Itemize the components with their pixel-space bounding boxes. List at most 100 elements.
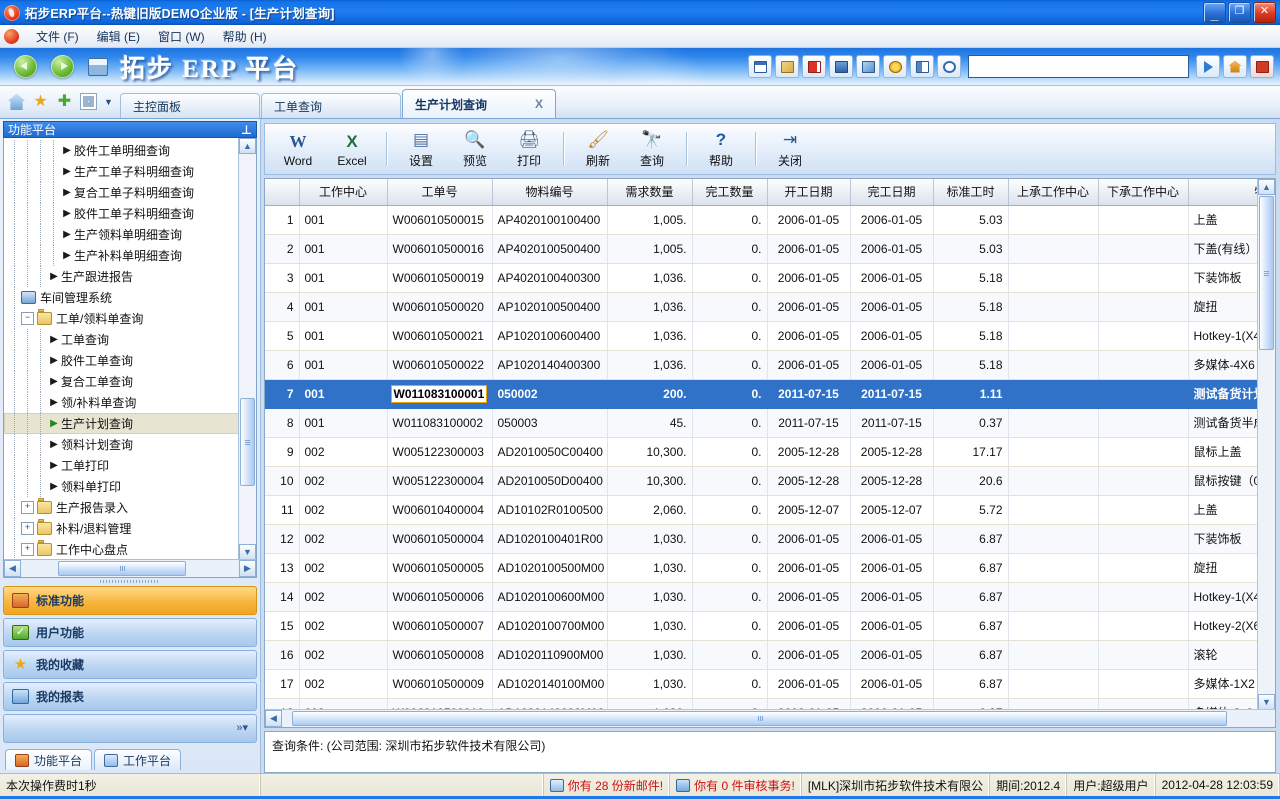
tree-node[interactable]: ▶生产工单子料明细查询 (4, 161, 239, 182)
cell-down[interactable] (1098, 582, 1188, 611)
cell-wo[interactable]: W006010400004 (387, 495, 492, 524)
cell-wc[interactable]: 001 (299, 234, 387, 263)
tree-node[interactable]: +生产报告录入 (4, 497, 239, 518)
folder-icon[interactable] (775, 55, 799, 78)
scrollbar-thumb[interactable] (292, 711, 1227, 726)
cell-start[interactable]: 2011-07-15 (767, 408, 850, 437)
menu-item-window[interactable]: 窗口 (W) (149, 26, 214, 47)
cell-std[interactable]: 5.03 (933, 234, 1008, 263)
cell-end[interactable]: 2006-01-05 (850, 611, 933, 640)
cell-mat[interactable]: 050002 (492, 379, 607, 408)
cell-req[interactable]: 1,030. (607, 524, 692, 553)
table-row[interactable]: 9002W005122300003AD2010050C0040010,300.0… (265, 437, 1258, 466)
cell-no[interactable]: 5 (265, 321, 299, 350)
cell-req[interactable]: 1,036. (607, 350, 692, 379)
cell-std[interactable]: 5.72 (933, 495, 1008, 524)
cell-end[interactable]: 2006-01-05 (850, 553, 933, 582)
toolbar-button-Excel[interactable]: XExcel (325, 125, 379, 173)
cell-std[interactable]: 1.11 (933, 379, 1008, 408)
cell-start[interactable]: 2006-01-05 (767, 640, 850, 669)
grid-vertical-scrollbar[interactable]: ▲ ▼ (1257, 179, 1275, 710)
cell-wo[interactable]: W006010500005 (387, 553, 492, 582)
table-row[interactable]: 3001W006010500019AP40201004003001,036.0.… (265, 263, 1258, 292)
cell-wo[interactable]: W006010500022 (387, 350, 492, 379)
cell-no[interactable]: 1 (265, 205, 299, 234)
cell-req[interactable]: 200. (607, 379, 692, 408)
cell-end[interactable]: 2005-12-28 (850, 466, 933, 495)
sidebar-tab-function-platform[interactable]: 功能平台 (5, 749, 92, 770)
cell-up[interactable] (1008, 437, 1098, 466)
cell-start[interactable]: 2006-01-05 (767, 234, 850, 263)
star-icon[interactable]: ★ (32, 93, 49, 110)
cell-down[interactable] (1098, 292, 1188, 321)
cell-wo[interactable]: W005122300004 (387, 466, 492, 495)
cell-up[interactable] (1008, 524, 1098, 553)
column-header[interactable]: 下承工作中心 (1098, 179, 1188, 205)
cell-wo[interactable]: W006010500009 (387, 669, 492, 698)
cell-req[interactable]: 1,030. (607, 582, 692, 611)
toolbar-button-打印[interactable]: 🖨打印 (502, 125, 556, 173)
cell-mat[interactable]: AD1020100401R00 (492, 524, 607, 553)
splitter-grip[interactable] (3, 578, 257, 585)
cell-wo[interactable]: W006010500006 (387, 582, 492, 611)
cell-end[interactable]: 2006-01-05 (850, 350, 933, 379)
cell-wo[interactable]: W006010500004 (387, 524, 492, 553)
cell-req[interactable]: 1,036. (607, 292, 692, 321)
cell-req[interactable]: 10,300. (607, 466, 692, 495)
cell-up[interactable] (1008, 582, 1098, 611)
tree-node[interactable]: ▶复合工单子料明细查询 (4, 182, 239, 203)
table-row[interactable]: 17002W006010500009AD1020140100M001,030.0… (265, 669, 1258, 698)
column-header[interactable] (265, 179, 299, 205)
scrollbar-thumb[interactable] (1259, 196, 1274, 350)
cell-name[interactable]: 多媒体-1X2 (1188, 669, 1258, 698)
tab-work-order-query[interactable]: 工单查询 (261, 93, 401, 118)
global-search-input[interactable] (968, 55, 1189, 78)
tree-horizontal-scrollbar[interactable]: ◀ ▶ (4, 559, 256, 577)
cell-up[interactable] (1008, 263, 1098, 292)
cell-mat[interactable]: AP4020100500400 (492, 234, 607, 263)
column-header[interactable]: 物料编号 (492, 179, 607, 205)
tree-node[interactable]: −工单/领料单查询 (4, 308, 239, 329)
cell-done[interactable]: 0. (692, 437, 767, 466)
table-row[interactable]: 13002W006010500005AD1020100500M001,030.0… (265, 553, 1258, 582)
cell-wc[interactable]: 002 (299, 553, 387, 582)
cell-end[interactable]: 2005-12-07 (850, 495, 933, 524)
cell-done[interactable]: 0. (692, 495, 767, 524)
table-row[interactable]: 7001W011083100001050002200.0.2011-07-152… (265, 379, 1258, 408)
panel-button-我的报表[interactable]: 我的报表 (3, 682, 257, 711)
cell-mat[interactable]: AP1020100600400 (492, 321, 607, 350)
cell-name[interactable]: 测试备货半成品 (1188, 408, 1258, 437)
cell-req[interactable]: 1,036. (607, 321, 692, 350)
scroll-left-icon[interactable]: ◀ (265, 710, 282, 727)
column-header[interactable]: 完工日期 (850, 179, 933, 205)
column-header[interactable]: 工作中心 (299, 179, 387, 205)
restore-button[interactable]: ❐ (1228, 2, 1251, 23)
cell-wc[interactable]: 002 (299, 495, 387, 524)
add-page-icon[interactable] (856, 55, 880, 78)
cell-wo[interactable]: W011083100002 (387, 408, 492, 437)
cell-std[interactable]: 6.87 (933, 553, 1008, 582)
cell-wo[interactable]: W006010500019 (387, 263, 492, 292)
cell-no[interactable]: 16 (265, 640, 299, 669)
tree-node[interactable]: ▶胶件工单子料明细查询 (4, 203, 239, 224)
scroll-left-icon[interactable]: ◀ (4, 560, 21, 577)
menu-item-file[interactable]: 文件 (F) (27, 26, 88, 47)
cell-name[interactable]: 鼠标上盖 (1188, 437, 1258, 466)
cell-no[interactable]: 15 (265, 611, 299, 640)
cell-down[interactable] (1098, 321, 1188, 350)
cell-wc[interactable]: 001 (299, 263, 387, 292)
tree-node[interactable]: ▶生产补料单明细查询 (4, 245, 239, 266)
banner-close-icon[interactable] (1250, 55, 1274, 78)
cell-up[interactable] (1008, 292, 1098, 321)
column-header[interactable]: 开工日期 (767, 179, 850, 205)
cell-name[interactable]: 多媒体-4X6 (1188, 350, 1258, 379)
expand-icon[interactable]: + (21, 543, 34, 556)
table-row[interactable]: 8001W01108310000205000345.0.2011-07-1520… (265, 408, 1258, 437)
expand-icon[interactable]: + (21, 501, 34, 514)
cell-done[interactable]: 0. (692, 582, 767, 611)
cell-name[interactable]: 下装饰板 (1188, 524, 1258, 553)
scrollbar-thumb[interactable] (240, 398, 255, 486)
cell-done[interactable]: 0. (692, 234, 767, 263)
function-tree[interactable]: ▶胶件工单明细查询▶生产工单子料明细查询▶复合工单子料明细查询▶胶件工单子料明细… (4, 138, 239, 560)
cell-done[interactable]: 0. (692, 350, 767, 379)
